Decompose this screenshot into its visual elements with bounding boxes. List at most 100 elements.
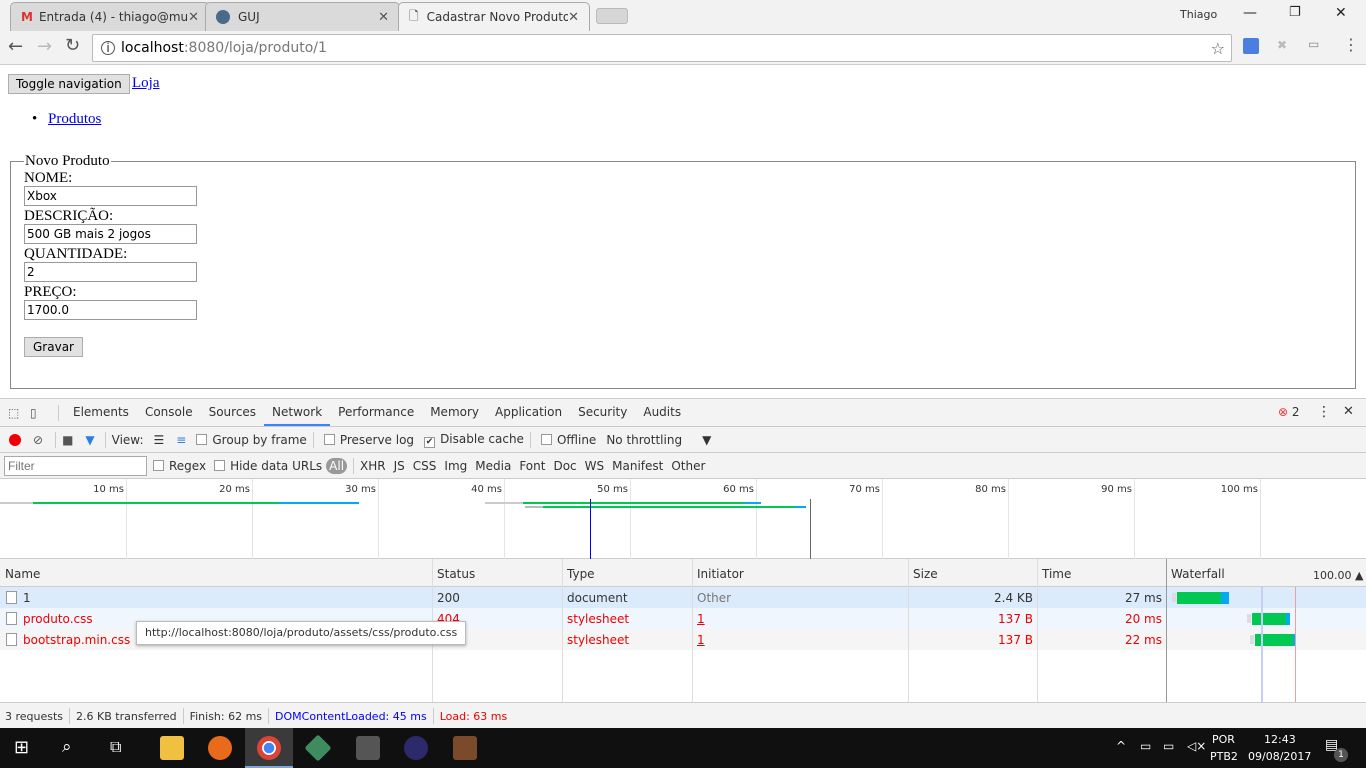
menu-icon[interactable]: ⋮ — [1343, 35, 1359, 54]
device-toolbar-icon[interactable]: ▯ — [30, 406, 52, 420]
col-initiator[interactable]: Initiator — [697, 567, 744, 581]
language-code[interactable]: POR — [1212, 733, 1235, 746]
tab-performance[interactable]: Performance — [330, 399, 422, 426]
nav-link-produtos[interactable]: Produtos — [48, 111, 101, 128]
regex-checkbox[interactable]: Regex — [153, 459, 206, 473]
col-type[interactable]: Type — [567, 567, 595, 581]
windows-start-icon[interactable]: ⊞ — [14, 737, 29, 758]
filter-all[interactable]: All — [326, 457, 348, 474]
filter-media[interactable]: Media — [475, 459, 511, 473]
screenshot-icon[interactable]: ■ — [62, 433, 73, 447]
list-view-icon[interactable]: ☰ — [154, 433, 165, 447]
clock-date[interactable]: 09/08/2017 — [1248, 750, 1311, 763]
file-explorer-icon[interactable] — [160, 736, 184, 760]
table-row[interactable]: 1 200 document Other 2.4 KB 27 ms — [0, 587, 1366, 608]
app-icon[interactable] — [453, 736, 477, 760]
tab-network[interactable]: Network — [264, 399, 331, 426]
extension-icon[interactable]: ✖ — [1277, 38, 1287, 52]
tab-console[interactable]: Console — [137, 399, 201, 426]
overview-bar-download — [543, 506, 795, 508]
filter-ws[interactable]: WS — [585, 459, 604, 473]
new-tab-button[interactable] — [596, 8, 628, 24]
tab-audits[interactable]: Audits — [635, 399, 689, 426]
offline-checkbox[interactable]: Offline — [540, 433, 596, 447]
reload-icon[interactable]: ↻ — [65, 35, 80, 56]
keyboard-layout[interactable]: PTB2 — [1210, 750, 1238, 763]
filter-css[interactable]: CSS — [413, 459, 437, 473]
cast-icon[interactable]: ▭ — [1308, 37, 1319, 51]
quantidade-input[interactable] — [24, 262, 197, 282]
col-status[interactable]: Status — [437, 567, 475, 581]
toggle-navigation-button[interactable]: Toggle navigation — [8, 74, 130, 94]
profile-name[interactable]: Thiago — [1180, 8, 1217, 21]
preserve-log-checkbox[interactable]: Preserve log — [323, 433, 414, 447]
close-icon[interactable]: ✕ — [188, 10, 199, 25]
status-bar: 3 requests 2.6 KB transferred Finish: 62… — [0, 702, 1366, 729]
disable-cache-checkbox[interactable]: ✔ Disable cache — [424, 432, 524, 448]
translate-icon[interactable] — [1243, 38, 1259, 54]
close-devtools-icon[interactable]: ✕ — [1343, 404, 1354, 419]
brand-link[interactable]: Loja — [132, 75, 160, 92]
clock-time[interactable]: 12:43 — [1264, 733, 1296, 746]
tab-gmail[interactable]: M Entrada (4) - thiago@mu ✕ — [10, 2, 210, 31]
close-icon[interactable]: ✕ — [378, 10, 389, 25]
col-size[interactable]: Size — [913, 567, 938, 581]
col-time[interactable]: Time — [1042, 567, 1071, 581]
hide-data-urls-checkbox[interactable]: Hide data URLs — [214, 459, 322, 473]
tab-security[interactable]: Security — [570, 399, 635, 426]
volume-muted-icon[interactable]: ◁× — [1187, 739, 1206, 753]
tab-application[interactable]: Application — [487, 399, 570, 426]
waterfall-view-icon[interactable]: ≡ — [176, 433, 186, 447]
clear-icon[interactable]: ⊘ — [33, 433, 43, 447]
close-icon[interactable]: ✕ — [568, 10, 579, 25]
cell-initiator[interactable]: 1 — [697, 633, 705, 647]
cell-initiator[interactable]: 1 — [697, 612, 705, 626]
gravar-button[interactable]: Gravar — [24, 337, 83, 357]
restore-icon[interactable]: ❐ — [1289, 5, 1301, 20]
descricao-input[interactable] — [24, 224, 197, 244]
url-input[interactable]: i localhost:8080/loja/produto/1 ☆ — [92, 34, 1232, 62]
bookmark-star-icon[interactable]: ☆ — [1211, 39, 1225, 58]
show-hidden-icons[interactable]: ^ — [1116, 739, 1126, 753]
tab-guj[interactable]: GUJ ✕ — [205, 2, 400, 31]
filter-font[interactable]: Font — [519, 459, 545, 473]
network-icon[interactable]: ▭ — [1163, 739, 1174, 753]
tab-elements[interactable]: Elements — [65, 399, 137, 426]
nome-input[interactable] — [24, 186, 197, 206]
preco-input[interactable] — [24, 300, 197, 320]
inspect-icon[interactable]: ⬚ — [8, 406, 30, 420]
task-view-icon[interactable]: ⧉ — [110, 737, 121, 757]
eclipse-icon[interactable] — [404, 736, 428, 760]
tab-memory[interactable]: Memory — [422, 399, 487, 426]
record-icon[interactable] — [9, 433, 21, 446]
filter-xhr[interactable]: XHR — [360, 459, 386, 473]
label: Group by frame — [212, 432, 307, 447]
search-icon[interactable]: ⌕ — [62, 737, 72, 757]
chrome-taskbar-button[interactable] — [245, 728, 293, 768]
back-icon[interactable]: ← — [8, 36, 23, 57]
network-overview[interactable]: 10 ms 20 ms 30 ms 40 ms 50 ms 60 ms 70 ms 80 ms… — [0, 479, 1366, 559]
filter-doc[interactable]: Doc — [553, 459, 576, 473]
more-options-icon[interactable]: ⋮ — [1317, 404, 1331, 420]
throttling-select[interactable]: No throttling ▼ — [606, 433, 711, 447]
battery-icon[interactable]: ▭ — [1140, 739, 1151, 753]
col-name[interactable]: Name — [5, 567, 40, 581]
forward-icon[interactable]: → — [37, 36, 52, 57]
tab-sources[interactable]: Sources — [201, 399, 264, 426]
col-waterfall[interactable]: Waterfall — [1171, 567, 1225, 581]
filter-other[interactable]: Other — [671, 459, 705, 473]
error-counter[interactable]: ⊗ 2 — [1278, 405, 1300, 419]
filter-manifest[interactable]: Manifest — [612, 459, 663, 473]
git-icon[interactable] — [304, 734, 332, 762]
minimize-icon[interactable]: — — [1243, 5, 1257, 21]
filter-icon[interactable]: ▼ — [85, 433, 94, 447]
tab-cadastrar[interactable]: 🗋 Cadastrar Novo Produto ✕ — [398, 2, 590, 31]
filter-img[interactable]: Img — [444, 459, 467, 473]
group-by-frame-checkbox[interactable]: Group by frame — [196, 432, 307, 447]
filter-input[interactable] — [4, 455, 147, 476]
waterfall-sort[interactable]: 100.00 ▲ — [1313, 569, 1363, 582]
sublime-icon[interactable] — [356, 736, 380, 760]
filter-js[interactable]: JS — [394, 459, 405, 473]
close-window-icon[interactable]: ✕ — [1335, 5, 1347, 21]
firefox-icon[interactable] — [208, 736, 232, 760]
